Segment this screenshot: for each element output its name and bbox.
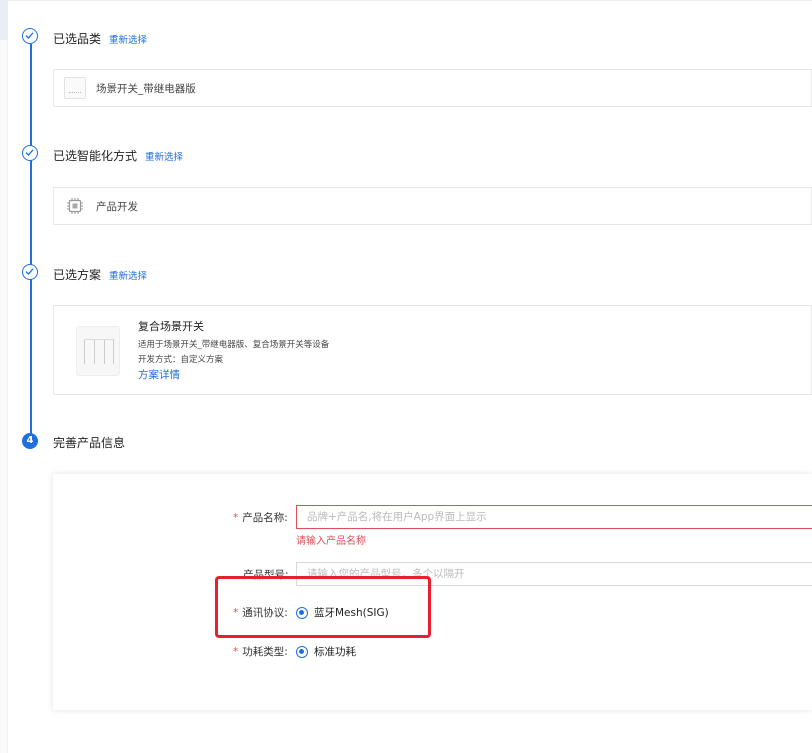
steps-timeline [30, 44, 32, 434]
scene-switch-product-image [76, 326, 120, 376]
left-sidebar-edge [0, 0, 8, 753]
category-box: 场景开关_带继电器版 [53, 69, 812, 107]
page: 已选品类 重新选择 场景开关_带继电器版 已选智能化方式 重新选择 产品开发 已选方… [0, 0, 812, 753]
check-circle-icon [22, 28, 38, 44]
method-box: 产品开发 [53, 187, 812, 225]
plan-description: 适用于场景开关_带继电器版、复合场景开关等设备 [138, 340, 330, 350]
reselect-category-link[interactable]: 重新选择 [109, 35, 147, 46]
radio-selected-icon[interactable] [296, 606, 308, 619]
protocol-label: * 通讯协议: [233, 605, 288, 620]
required-mark: * [233, 646, 239, 658]
step-plan-title: 已选方案 重新选择 [53, 266, 147, 283]
top-divider [8, 0, 812, 1]
step-category-title: 已选品类 重新选择 [53, 30, 147, 47]
reselect-plan-link[interactable]: 重新选择 [109, 271, 147, 282]
step-plan-label: 已选方案 [53, 268, 102, 282]
protocol-radio-option[interactable]: 蓝牙Mesh(SIG) [296, 605, 389, 620]
radio-selected-icon[interactable] [296, 645, 308, 658]
product-info-form: *产品名称: 请输入产品名称 产品型号: *通讯协议: 蓝牙Mesh(SIG) … [53, 474, 812, 710]
product-name-label: * 产品名称: [233, 510, 288, 525]
power-radio-option[interactable]: 标准功耗 [296, 644, 356, 659]
required-mark: * [233, 607, 239, 619]
plan-box: 复合场景开关 适用于场景开关_带继电器版、复合场景开关等设备 开发方式：自定义方… [53, 305, 812, 395]
reselect-method-link[interactable]: 重新选择 [145, 152, 183, 163]
chip-icon [66, 197, 84, 215]
step-category-label: 已选品类 [53, 32, 102, 46]
product-model-label: 产品型号: [243, 569, 289, 581]
protocol-option-text: 蓝牙Mesh(SIG) [314, 607, 389, 619]
product-name-error: 请输入产品名称 [296, 536, 366, 547]
plan-details-link[interactable]: 方案详情 [138, 367, 180, 382]
product-name-label-text: 产品名称: [242, 512, 288, 524]
power-label: * 功耗类型: [233, 644, 288, 659]
step-info-title: 完善产品信息 [53, 436, 126, 450]
category-value: 场景开关_带继电器版 [96, 83, 196, 95]
step-method-label: 已选智能化方式 [53, 149, 138, 163]
product-name-input[interactable] [296, 505, 812, 529]
protocol-label-text: 通讯协议: [242, 607, 288, 619]
switch-device-icon [64, 77, 86, 99]
plan-dev-mode: 开发方式：自定义方案 [138, 355, 224, 365]
plan-name: 复合场景开关 [138, 320, 204, 333]
check-circle-icon [22, 264, 38, 280]
power-option-text: 标准功耗 [314, 646, 356, 658]
required-mark: * [233, 512, 239, 524]
product-model-input[interactable] [296, 562, 812, 586]
step-method-title: 已选智能化方式 重新选择 [53, 147, 183, 164]
sidebar-active-mark [0, 0, 8, 40]
method-value: 产品开发 [96, 201, 138, 213]
power-label-text: 功耗类型: [242, 646, 288, 658]
check-circle-icon [22, 145, 38, 161]
step-number-badge: 4 [22, 433, 38, 449]
